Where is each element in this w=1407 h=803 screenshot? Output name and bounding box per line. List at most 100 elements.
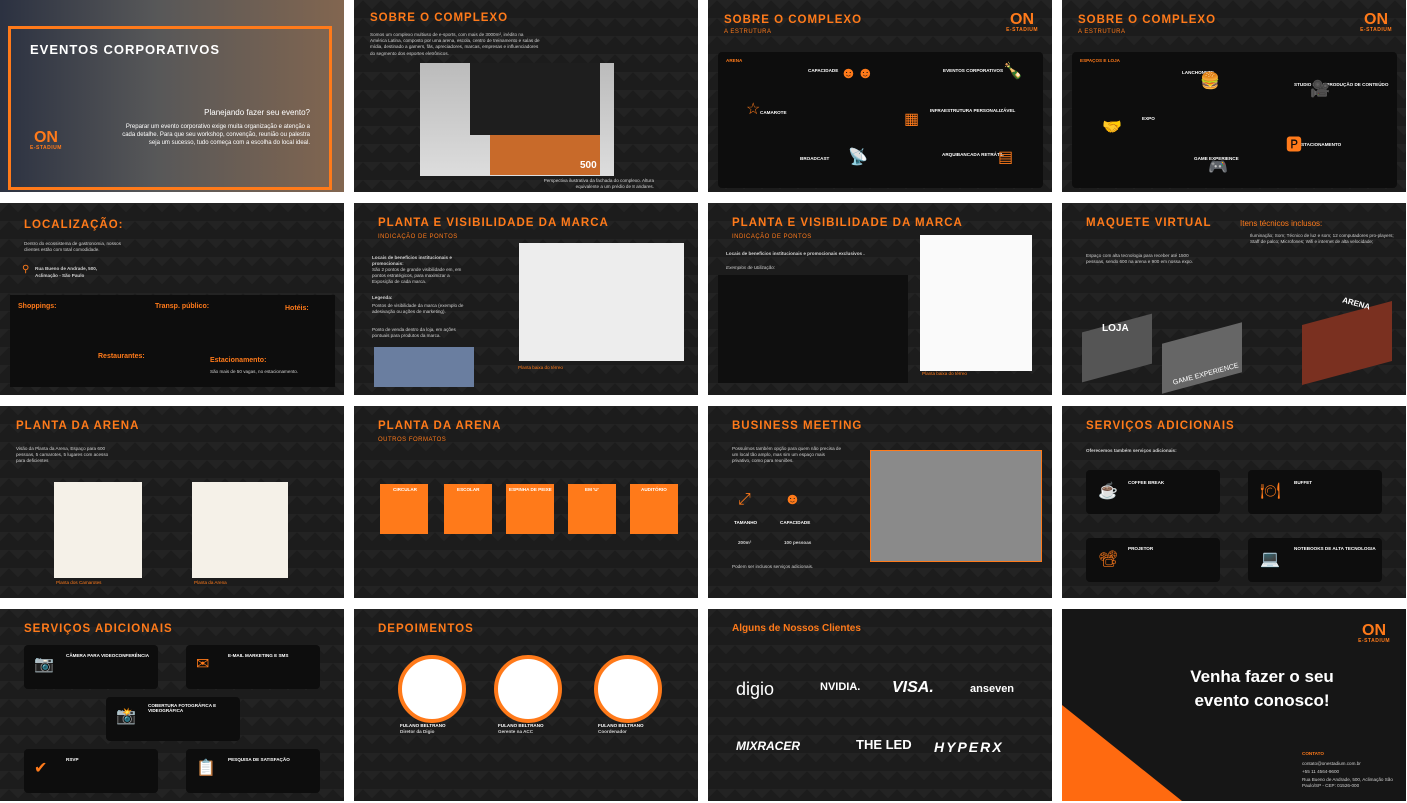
- slide-maquete-virtual[interactable]: MAQUETE VIRTUAL Espaço com alta tecnolog…: [1062, 203, 1406, 395]
- cta-headline: Venha fazer o seu evento conosco!: [1190, 667, 1334, 710]
- on-estadium-logo: ON E-STADIUM: [1006, 11, 1038, 33]
- slide-servicos-adicionais-1[interactable]: SERVIÇOS ADICIONAIS Oferecemos também se…: [1062, 406, 1406, 598]
- service-card-camera: 📷 CÂMERA PARA VIDEOCONFERÊNCIA: [24, 645, 158, 689]
- on-estadium-logo: ON E-STADIUM: [1358, 622, 1390, 644]
- slide-title: SOBRE O COMPLEXO: [1078, 14, 1217, 26]
- meeting-photo: [870, 450, 1042, 562]
- on-estadium-logo: ON E-STADIUM: [30, 129, 62, 151]
- service-card-coffee: ☕ COFFEE BREAK: [1086, 470, 1220, 514]
- slide-text: Somos um complexo multiuso de e-sports, …: [370, 32, 540, 56]
- burger-icon: 🍔: [1200, 73, 1220, 90]
- camarotes-plan: [54, 482, 142, 578]
- slide-localizacao[interactable]: LOCALIZAÇÃO: Dentro do ecossistema de ga…: [0, 203, 344, 395]
- client-logo-visa: VISA.: [892, 679, 934, 696]
- service-card-foto: 📸 COBERTURA FOTOGRÁFICA E VIDEOGRÁFICA: [106, 697, 240, 741]
- slide-title: SERVIÇOS ADICIONAIS: [1086, 420, 1235, 432]
- format-espinha-de-peixe: ESPINHA DE PEIXE: [506, 484, 554, 534]
- slide-subtitle: A ESTRUTURA: [724, 29, 772, 35]
- resize-icon: ⤢: [738, 491, 751, 508]
- slide-title: SOBRE O COMPLEXO: [370, 12, 509, 24]
- service-card-buffet: 🍽 BUFFET: [1248, 470, 1382, 514]
- floor-plan: [920, 235, 1032, 371]
- service-card-notebooks: 💻 NOTEBOOKS DE ALTA TECNOLOGIA: [1248, 538, 1382, 582]
- slide-clientes[interactable]: Alguns de Nossos Clientes digio NVIDIA. …: [708, 609, 1052, 801]
- format-auditorio: AUDITÓRIO: [630, 484, 678, 534]
- clipboard-icon: 📋: [196, 760, 216, 777]
- service-card-email: ✉ E-MAIL MARKETING E SMS: [186, 645, 320, 689]
- slide-title: DEPOIMENTOS: [378, 623, 474, 635]
- slide-planta-visibilidade-2[interactable]: PLANTA E VISIBILIDADE DA MARCA INDICAÇÃO…: [708, 203, 1052, 395]
- orange-shards: [1062, 705, 1182, 801]
- slide-title: PLANTA E VISIBILIDADE DA MARCA: [732, 217, 963, 229]
- slide-title: PLANTA DA ARENA: [378, 420, 502, 432]
- slide-estrutura-espacos[interactable]: SOBRE O COMPLEXO A ESTRUTURA ON E-STADIUM…: [1062, 0, 1406, 192]
- client-logo-digio: digio: [736, 679, 775, 699]
- service-card-projetor: 📽 PROJETOR: [1086, 538, 1220, 582]
- slide-eventos-corporativos[interactable]: EVENTOS CORPORATIVOS Planejando fazer se…: [0, 0, 344, 192]
- spaces-panel: ESPAÇOS E LOJA LANCHONETE 🍔 STUDIO PARA …: [1072, 52, 1397, 188]
- location-pin-icon: ⚲: [22, 264, 30, 275]
- slide-servicos-adicionais-2[interactable]: SERVIÇOS ADICIONAIS 📷 CÂMERA PARA VIDEOC…: [0, 609, 344, 801]
- caption: Perspectiva ilustrativa da fachada do co…: [543, 178, 654, 190]
- slide-title: SERVIÇOS ADICIONAIS: [24, 623, 173, 635]
- projector-icon: 📽: [1098, 551, 1119, 568]
- floor-plan: [519, 243, 684, 361]
- avatar: [594, 655, 662, 723]
- client-logo-anseven: anseven: [970, 683, 1015, 695]
- envelope-icon: ✉: [196, 656, 210, 673]
- slide-outros-formatos[interactable]: PLANTA DA ARENA OUTROS FORMATOS CIRCULAR…: [354, 406, 698, 598]
- webcam-icon: 📷: [34, 656, 54, 673]
- coffee-icon: ☕: [1098, 483, 1118, 500]
- service-card-rsvp: ✔ RSVP: [24, 749, 158, 793]
- arena-plan: [192, 482, 288, 578]
- structure-panel: ARENA CAPACIDADE ☻☻ EVENTOS CORPORATIVOS…: [718, 52, 1043, 188]
- on-estadium-logo: ON E-STADIUM: [1360, 11, 1392, 33]
- slide-business-meeting[interactable]: BUSINESS MEETING Possuímos também opção …: [708, 406, 1052, 598]
- building-number: 500: [580, 160, 597, 171]
- stairs-icon: ▤: [998, 149, 1014, 166]
- people-icon: ☻: [784, 491, 801, 508]
- gamepad-icon: 🎮: [1208, 159, 1228, 176]
- building-render: 500: [420, 63, 614, 176]
- format-em-u: EM 'U': [568, 484, 616, 534]
- question: Planejando fazer seu evento?: [204, 108, 310, 117]
- format-circular: CIRCULAR: [380, 484, 428, 534]
- service-card-pesquisa: 📋 PESQUISA DE SATISFAÇÃO: [186, 749, 320, 793]
- avatar: [398, 655, 466, 723]
- broadcast-icon: 📡: [848, 149, 868, 166]
- arena-render: [1302, 300, 1392, 386]
- check-icon: ✔: [34, 760, 48, 777]
- parking-icon: 🅿: [1286, 137, 1303, 154]
- slide-title: SOBRE O COMPLEXO: [724, 14, 863, 26]
- blocks-icon: ▦: [904, 111, 920, 128]
- laptop-icon: 💻: [1260, 551, 1280, 568]
- slide-subtitle: A ESTRUTURA: [1078, 29, 1126, 35]
- slide-depoimentos[interactable]: DEPOIMENTOS FULANO BELTRANO Diretor da D…: [354, 609, 698, 801]
- camera-icon: 📸: [116, 708, 136, 725]
- slide-estrutura-arena[interactable]: SOBRE O COMPLEXO A ESTRUTURA ON E-STADIUM…: [708, 0, 1052, 192]
- client-logo-nvidia: NVIDIA.: [820, 681, 861, 693]
- intro-text: Preparar um evento corporativo exige mui…: [122, 124, 310, 146]
- star-icon: ☆: [746, 101, 761, 118]
- slide-title: Alguns de Nossos Clientes: [732, 623, 861, 634]
- slide-title: LOCALIZAÇÃO:: [24, 219, 124, 231]
- handshake-icon: 🤝: [1102, 119, 1122, 136]
- client-logo-theled: THE LED: [856, 737, 912, 752]
- champagne-icon: 🍾: [1003, 63, 1023, 80]
- buffet-icon: 🍽: [1260, 483, 1281, 500]
- slide-title: PLANTA E VISIBILIDADE DA MARCA: [378, 217, 609, 229]
- slide-title: MAQUETE VIRTUAL: [1086, 217, 1212, 229]
- people-icon: ☻☻: [840, 65, 874, 82]
- client-logo-hyperx: HYPERX: [934, 739, 1004, 755]
- client-logo-mixracer: MIXRACER: [736, 739, 801, 753]
- slide-contato[interactable]: ON E-STADIUM Venha fazer o seu evento cono…: [1062, 609, 1406, 801]
- slide-planta-visibilidade-1[interactable]: PLANTA E VISIBILIDADE DA MARCA INDICAÇÃO…: [354, 203, 698, 395]
- amenities-panel: Shoppings: Transp. público: Hotéis: Rest…: [10, 295, 335, 387]
- camera-icon: 🎥: [1310, 81, 1330, 98]
- slide-sobre-complexo[interactable]: SOBRE O COMPLEXO Somos um complexo multi…: [354, 0, 698, 192]
- slide-title: EVENTOS CORPORATIVOS: [30, 42, 220, 57]
- store-photo: [374, 347, 474, 387]
- format-escolar: ESCOLAR: [444, 484, 492, 534]
- slide-title: PLANTA DA ARENA: [16, 420, 140, 432]
- slide-planta-arena[interactable]: PLANTA DA ARENA Visão da Planta da Arena…: [0, 406, 344, 598]
